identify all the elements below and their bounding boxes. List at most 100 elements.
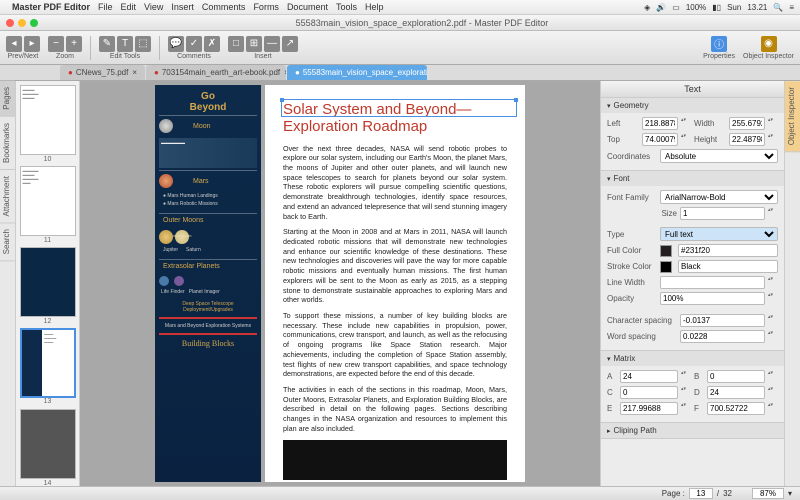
menu-view[interactable]: View bbox=[144, 2, 163, 12]
thumb-13[interactable]: ▬▬▬▬▬▬▬▬▬▬13 bbox=[20, 328, 76, 398]
stepper-icon[interactable]: ▴▾ bbox=[681, 370, 691, 383]
paragraph-4[interactable]: The activities in each of the sections i… bbox=[283, 385, 507, 434]
stepper-icon[interactable]: ▴▾ bbox=[768, 207, 778, 220]
coordinates-select[interactable]: Absolute bbox=[660, 149, 778, 163]
stepper-icon[interactable]: ▴▾ bbox=[768, 386, 778, 399]
vtab-search[interactable]: Search bbox=[0, 223, 15, 261]
tab-doc-2[interactable]: ●703154main_earth_art-ebook.pdf× bbox=[146, 65, 286, 80]
stepper-icon[interactable]: ▴▾ bbox=[768, 117, 778, 130]
geometry-left-input[interactable] bbox=[642, 117, 678, 130]
menu-edit[interactable]: Edit bbox=[121, 2, 137, 12]
maximize-window-button[interactable] bbox=[30, 19, 38, 27]
menu-app[interactable]: Master PDF Editor bbox=[12, 2, 90, 12]
menu-comments[interactable]: Comments bbox=[202, 2, 246, 12]
wifi-icon[interactable]: ◈ bbox=[644, 3, 650, 12]
linewidth-input[interactable] bbox=[660, 276, 765, 289]
stepper-icon[interactable]: ▴▾ bbox=[681, 117, 691, 130]
edit-tools-buttons[interactable]: ✎T⬚ Edit Tools bbox=[99, 36, 151, 60]
stepper-icon[interactable]: ▴▾ bbox=[768, 314, 778, 327]
geometry-height-input[interactable] bbox=[729, 133, 765, 146]
wordspacing-input[interactable] bbox=[680, 330, 765, 343]
tab-doc-3[interactable]: ●55583main_vision_space_exploration2.pdf… bbox=[287, 65, 427, 80]
spotlight-icon[interactable]: 🔍 bbox=[773, 3, 783, 12]
section-clipping-header[interactable]: Cliping Path bbox=[601, 423, 784, 438]
thumb-14[interactable]: 14 bbox=[20, 409, 76, 479]
menu-document[interactable]: Document bbox=[287, 2, 328, 12]
page-image bbox=[283, 440, 507, 480]
stepper-icon[interactable]: ▴▾ bbox=[768, 330, 778, 343]
prev-next-buttons[interactable]: ◂▸ Prev/Next bbox=[6, 36, 40, 60]
matrix-b-input[interactable] bbox=[707, 370, 765, 383]
charspacing-input[interactable] bbox=[680, 314, 765, 327]
object-inspector-button[interactable]: ◉ Object Inspector bbox=[743, 36, 794, 60]
stepper-icon[interactable]: ▴▾ bbox=[768, 276, 778, 289]
menu-tools[interactable]: Tools bbox=[336, 2, 357, 12]
tab-doc-1[interactable]: ●CNews_75.pdf× bbox=[60, 65, 145, 80]
strokecolor-input[interactable] bbox=[678, 260, 778, 273]
section-matrix-header[interactable]: Matrix bbox=[601, 351, 784, 366]
stepper-icon[interactable]: ▴▾ bbox=[768, 402, 778, 415]
properties-button[interactable]: ⓘ Properties bbox=[703, 36, 735, 60]
matrix-e-input[interactable] bbox=[620, 402, 678, 415]
volume-icon[interactable]: 🔊 bbox=[656, 3, 666, 12]
stepper-icon[interactable]: ▴▾ bbox=[768, 370, 778, 383]
thumb-11[interactable]: ▬▬▬▬▬▬▬▬▬▬▬▬▬11 bbox=[20, 166, 76, 236]
section-geometry-header[interactable]: Geometry bbox=[601, 98, 784, 113]
vtab-bookmarks[interactable]: Bookmarks bbox=[0, 117, 15, 170]
menu-insert[interactable]: Insert bbox=[171, 2, 194, 12]
matrix-d-input[interactable] bbox=[707, 386, 765, 399]
notif-icon[interactable]: ≡ bbox=[789, 3, 794, 12]
section-font-header[interactable]: Font bbox=[601, 171, 784, 186]
thumb-12[interactable]: 12 bbox=[20, 247, 76, 317]
page-thumbnails-panel: ▬▬▬▬▬▬▬▬▬▬10 ▬▬▬▬▬▬▬▬▬▬▬▬▬11 12 ▬▬▬▬▬▬▬▬… bbox=[16, 81, 80, 486]
comments-buttons[interactable]: 💬✓✗ Comments bbox=[168, 36, 220, 60]
insert-buttons[interactable]: □⊞—↗ Insert bbox=[228, 36, 298, 60]
document-viewer[interactable]: GoBeyond Moon ▬▬▬▬▬▬ Mars ● Mars Human L… bbox=[80, 81, 600, 486]
matrix-a-input[interactable] bbox=[620, 370, 678, 383]
geometry-width-input[interactable] bbox=[729, 117, 765, 130]
minimize-window-button[interactable] bbox=[18, 19, 26, 27]
matrix-f-input[interactable] bbox=[707, 402, 765, 415]
paragraph-2[interactable]: Starting at the Moon in 2008 and at Mars… bbox=[283, 227, 507, 305]
stepper-icon[interactable]: ▴▾ bbox=[681, 386, 691, 399]
vtab-attachment[interactable]: Attachment bbox=[0, 170, 15, 223]
section-matrix: Matrix A▴▾B▴▾ C▴▾D▴▾ E▴▾F▴▾ bbox=[601, 351, 784, 423]
paragraph-3[interactable]: To support these missions, a number of k… bbox=[283, 311, 507, 379]
page-heading[interactable]: Solar System and Beyond—Exploration Road… bbox=[283, 101, 507, 136]
font-size-input[interactable] bbox=[680, 207, 765, 220]
document-tabbar: ●CNews_75.pdf× ●703154main_earth_art-ebo… bbox=[0, 65, 800, 81]
strokecolor-swatch[interactable] bbox=[660, 261, 672, 273]
page-number-input[interactable] bbox=[689, 488, 713, 499]
stepper-icon[interactable]: ▴▾ bbox=[681, 133, 691, 146]
menu-file[interactable]: File bbox=[98, 2, 113, 12]
battery-icon[interactable]: ▮▯ bbox=[712, 3, 721, 12]
paragraph-1[interactable]: Over the next three decades, NASA will s… bbox=[283, 144, 507, 222]
menu-help[interactable]: Help bbox=[365, 2, 384, 12]
matrix-c-input[interactable] bbox=[620, 386, 678, 399]
opacity-input[interactable] bbox=[660, 292, 765, 305]
font-family-select[interactable]: ArialNarrow-Bold bbox=[660, 190, 778, 204]
page-13[interactable]: Solar System and Beyond—Exploration Road… bbox=[265, 85, 525, 482]
geometry-top-input[interactable] bbox=[642, 133, 678, 146]
close-icon[interactable]: × bbox=[284, 68, 286, 77]
zoom-input[interactable] bbox=[752, 488, 784, 499]
status-bar: Page : / 32 ▾ bbox=[0, 486, 800, 500]
flag-icon[interactable]: ▭ bbox=[672, 3, 680, 12]
close-icon[interactable]: × bbox=[132, 68, 137, 77]
stepper-icon[interactable]: ▴▾ bbox=[768, 292, 778, 305]
zoom-dropdown-icon[interactable]: ▾ bbox=[788, 489, 792, 498]
thumb-10[interactable]: ▬▬▬▬▬▬▬▬▬▬10 bbox=[20, 85, 76, 155]
window-titlebar: 55583main_vision_space_exploration2.pdf … bbox=[0, 15, 800, 31]
zoom-buttons[interactable]: −+ Zoom bbox=[48, 36, 82, 60]
menu-forms[interactable]: Forms bbox=[253, 2, 279, 12]
vtab-pages[interactable]: Pages bbox=[0, 81, 15, 117]
stepper-icon[interactable]: ▴▾ bbox=[768, 133, 778, 146]
font-type-select[interactable]: Full text bbox=[660, 227, 778, 241]
fullcolor-swatch[interactable] bbox=[660, 245, 672, 257]
right-panel-tabs: Object Inspector bbox=[784, 81, 800, 486]
vtab-object-inspector[interactable]: Object Inspector bbox=[785, 81, 800, 152]
fullcolor-input[interactable] bbox=[678, 244, 778, 257]
close-window-button[interactable] bbox=[6, 19, 14, 27]
stepper-icon[interactable]: ▴▾ bbox=[681, 402, 691, 415]
text-selection-box[interactable] bbox=[281, 99, 517, 117]
